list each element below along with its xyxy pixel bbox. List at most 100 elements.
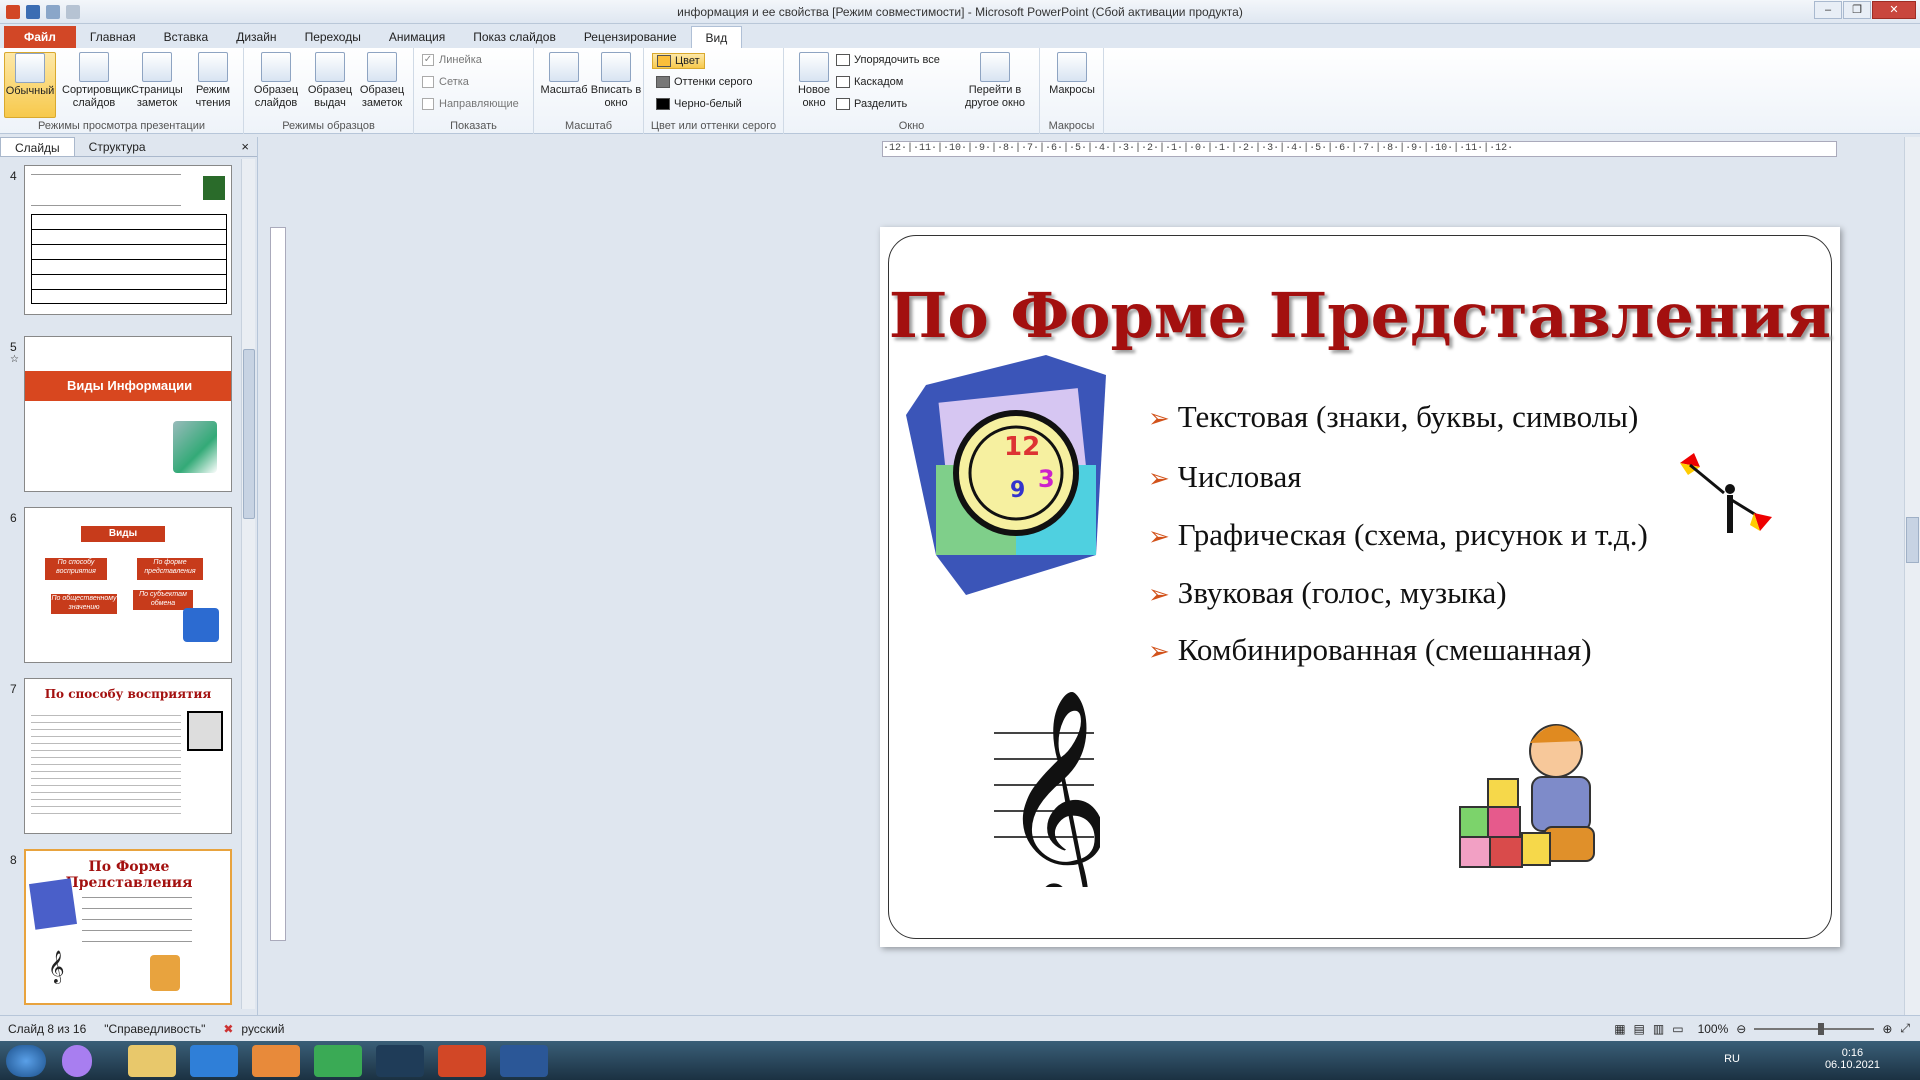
- slide-title[interactable]: По Форме Представления: [880, 279, 1840, 352]
- zoom-level[interactable]: 100%: [1698, 1022, 1729, 1036]
- panel-scrollbar[interactable]: [241, 159, 255, 1009]
- media-player-icon[interactable]: [252, 1045, 300, 1077]
- tab-insert[interactable]: Вставка: [150, 26, 223, 48]
- chrome-icon[interactable]: [314, 1045, 362, 1077]
- zoom-in-icon[interactable]: ⊕: [1882, 1022, 1892, 1036]
- tab-slideshow[interactable]: Показ слайдов: [459, 26, 570, 48]
- handout-master-button[interactable]: Образец выдач: [304, 52, 356, 110]
- sorter-view-button[interactable]: Сортировщик слайдов: [62, 52, 131, 110]
- tab-outline[interactable]: Структура: [75, 137, 160, 156]
- bullet-item[interactable]: ➢ Комбинированная (смешанная): [1148, 632, 1592, 668]
- bullet-item[interactable]: ➢ Текстовая (знаки, буквы, символы): [1148, 399, 1638, 435]
- bullet-item[interactable]: ➢ Графическая (схема, рисунок и т.д.): [1148, 517, 1648, 553]
- theme-name[interactable]: "Справедливость": [104, 1022, 205, 1036]
- editor-scrollbar[interactable]: [1904, 137, 1920, 1015]
- reading-view-button[interactable]: Режим чтения: [188, 52, 238, 110]
- slide-thumbnail[interactable]: По способу восприятия: [24, 678, 232, 834]
- steam-icon[interactable]: [376, 1045, 424, 1077]
- ruler-checkbox[interactable]: ✓ Линейка: [422, 54, 482, 66]
- spellcheck-icon[interactable]: ✖: [223, 1022, 233, 1036]
- view-slideshow-icon[interactable]: ▭: [1672, 1022, 1683, 1036]
- bullet-item[interactable]: ➢ Звуковая (голос, музыка): [1148, 575, 1507, 611]
- group-label: Масштаб: [564, 120, 613, 132]
- slide-thumbnail[interactable]: Виды Информации: [24, 336, 232, 492]
- view-sorter-icon[interactable]: ▤: [1634, 1022, 1645, 1036]
- slide-number: 4: [10, 169, 17, 183]
- fit-slide-icon[interactable]: ⤢: [1900, 1021, 1910, 1036]
- slide-number: 7: [10, 682, 17, 696]
- slide-thumbnail[interactable]: Виды информации По способу восприятия По…: [24, 507, 232, 663]
- group-label: Режимы образцов: [282, 120, 375, 132]
- grid-checkbox[interactable]: Сетка: [422, 76, 469, 88]
- tab-review[interactable]: Рецензирование: [570, 26, 691, 48]
- thumb-box: По субъектам обмена: [133, 590, 193, 610]
- grayscale-button[interactable]: Оттенки серого: [656, 76, 752, 88]
- slide-thumbnail-current[interactable]: По Форме Представления 𝄞: [24, 849, 232, 1005]
- scroll-thumb[interactable]: [243, 349, 255, 519]
- view-normal-icon[interactable]: ▦: [1614, 1022, 1625, 1036]
- zoom-out-icon[interactable]: ⊖: [1736, 1022, 1746, 1036]
- arrow-bullet-icon: ➢: [1148, 404, 1170, 433]
- color-button[interactable]: Цвет: [652, 53, 705, 69]
- notes-master-button[interactable]: Образец заметок: [356, 52, 408, 110]
- slide-counter: Слайд 8 из 16: [8, 1021, 87, 1036]
- group-label: Режимы просмотра презентации: [37, 120, 206, 132]
- powerpoint-taskbar-icon[interactable]: [438, 1045, 486, 1077]
- black-white-button[interactable]: Черно-белый: [656, 98, 742, 110]
- tab-transitions[interactable]: Переходы: [291, 26, 375, 48]
- slide-canvas[interactable]: По Форме Представления 12 3 9 ➢ Текстовая…: [880, 227, 1840, 947]
- macros-button[interactable]: Макросы: [1046, 52, 1098, 97]
- split-button[interactable]: Разделить: [836, 98, 907, 110]
- treble-clef-icon: 𝄞: [994, 687, 1100, 887]
- slide-master-button[interactable]: Образец слайдов: [250, 52, 302, 110]
- maximize-button[interactable]: ❐: [1843, 1, 1871, 19]
- view-reading-icon[interactable]: ▥: [1653, 1022, 1664, 1036]
- close-button[interactable]: ✕: [1872, 1, 1916, 19]
- normal-view-button[interactable]: Обычный: [4, 52, 56, 118]
- bullet-item[interactable]: ➢ Числовая: [1148, 459, 1302, 495]
- group-label: Макросы: [1048, 120, 1095, 132]
- word-icon[interactable]: [500, 1045, 548, 1077]
- slide-number: 8: [10, 853, 17, 867]
- arrow-bullet-icon: ➢: [1148, 464, 1170, 493]
- tab-file[interactable]: Файл: [4, 26, 76, 48]
- switch-window-button[interactable]: Перейти в другое окно: [954, 52, 1036, 110]
- tray-clock[interactable]: 0:16 06.10.2021: [1825, 1047, 1880, 1071]
- tab-home[interactable]: Главная: [76, 26, 150, 48]
- tab-slides[interactable]: Слайды: [0, 137, 75, 156]
- tab-design[interactable]: Дизайн: [222, 26, 290, 48]
- taskbar: RU 0:16 06.10.2021: [0, 1041, 1920, 1080]
- ie-icon[interactable]: [190, 1045, 238, 1077]
- slide-number: 5: [10, 340, 17, 354]
- horizontal-ruler[interactable]: ·12·|·11·|·10·|·9·|·8·|·7·|·6·|·5·|·4·|·…: [882, 141, 1837, 157]
- zoom-slider[interactable]: [1754, 1022, 1875, 1035]
- fit-window-button[interactable]: Вписать в окно: [590, 52, 642, 110]
- window-title: информация и ее свойства [Режим совмести…: [677, 5, 1243, 19]
- close-panel-icon[interactable]: ×: [241, 139, 249, 154]
- zoom-button[interactable]: Масштаб: [538, 52, 590, 97]
- tab-animation[interactable]: Анимация: [375, 26, 459, 48]
- window-controls: – ❐ ✕: [1814, 1, 1916, 19]
- scroll-thumb[interactable]: [1906, 517, 1919, 563]
- slide-thumbnail[interactable]: [24, 165, 232, 315]
- zoom-slider-thumb[interactable]: [1818, 1022, 1825, 1035]
- guides-checkbox[interactable]: Направляющие: [422, 98, 519, 110]
- app-icon[interactable]: [62, 1045, 92, 1077]
- grayscale-icon: [656, 76, 670, 88]
- split-icon: [836, 98, 850, 110]
- svg-text:𝄞: 𝄞: [1000, 687, 1100, 887]
- language[interactable]: русский: [241, 1022, 284, 1036]
- arrange-all-button[interactable]: Упорядочить все: [836, 54, 940, 66]
- explorer-icon[interactable]: [128, 1045, 176, 1077]
- cascade-button[interactable]: Каскадом: [836, 76, 903, 88]
- tray-language[interactable]: RU: [1724, 1053, 1740, 1065]
- books-icon: [203, 176, 225, 200]
- new-window-button[interactable]: Новое окно: [788, 52, 840, 110]
- vertical-ruler[interactable]: [270, 227, 286, 941]
- arrow-bullet-icon: ➢: [1148, 637, 1170, 666]
- minimize-button[interactable]: –: [1814, 1, 1842, 19]
- notes-page-button[interactable]: Страницы заметок: [128, 52, 186, 110]
- thumb-picture: [187, 711, 223, 751]
- start-button[interactable]: [6, 1045, 46, 1077]
- tab-view[interactable]: Вид: [690, 26, 743, 48]
